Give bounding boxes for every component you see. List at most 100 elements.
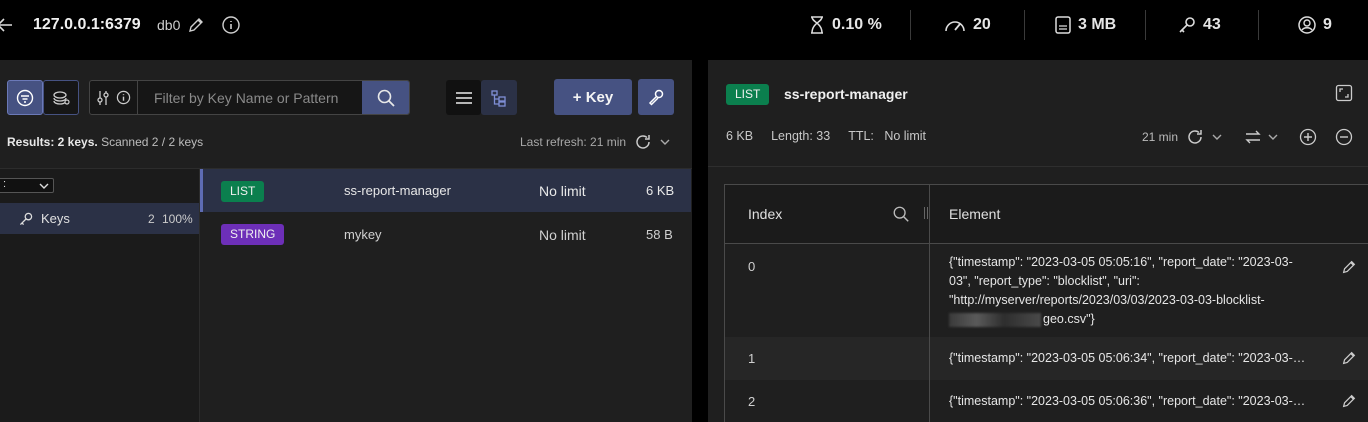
row-element: {"timestamp": "2023-03-05 05:05:16", "re… [949, 253, 1309, 329]
keys-stat: 43 [1177, 14, 1221, 36]
key-icon [1179, 17, 1195, 33]
redacted-text [949, 312, 1041, 327]
key-icon [19, 212, 33, 225]
edit-pencil-icon[interactable] [1341, 259, 1357, 275]
key-size: 6 KB [646, 183, 675, 198]
ttl-label: TTL: [848, 129, 874, 143]
delimiter-value: : [3, 178, 7, 190]
key-ttl: No limit [539, 226, 586, 243]
chevron-down-icon [39, 183, 49, 189]
tree-icon [491, 89, 506, 107]
key-details-panel: LIST ss-report-manager 6 KB Length: 33 T… [708, 60, 1368, 422]
filter-input[interactable] [138, 81, 362, 114]
search-icon [377, 89, 395, 107]
detail-refresh-text: 21 min [1142, 130, 1179, 144]
refresh-icon[interactable] [634, 133, 652, 151]
format-selector[interactable] [1244, 128, 1278, 146]
delimiter-select[interactable]: : [0, 178, 54, 193]
cpu-value: 0.10 % [832, 16, 882, 33]
tree-folder-keys[interactable]: Keys 2 100% [0, 203, 199, 234]
column-element-header: Element [949, 206, 1001, 222]
tree-folder-percent: 100% [162, 211, 193, 226]
search-icon[interactable] [892, 205, 910, 223]
add-element-icon[interactable] [1299, 128, 1317, 146]
panel-resizer[interactable] [692, 60, 708, 422]
user-icon [1298, 16, 1316, 34]
filter-mode-button[interactable] [7, 80, 43, 115]
database-index: db0 [157, 17, 181, 33]
filter-bar [89, 80, 410, 115]
divider [910, 10, 911, 40]
key-row[interactable]: LIST ss-report-manager No limit 6 KB [200, 169, 691, 212]
row-element: {"timestamp": "2023-03-05 05:06:34", "re… [949, 351, 1311, 365]
table-header: Index Element [725, 185, 1368, 244]
table-row[interactable]: 0 {"timestamp": "2023-03-05 05:05:16", "… [725, 245, 1368, 337]
key-ttl: No limit [539, 182, 586, 199]
tree-folder-label: Keys [41, 211, 70, 226]
row-element-text-end: geo.csv"} [1043, 312, 1095, 326]
add-key-button[interactable]: + Key [554, 79, 632, 115]
info-icon[interactable] [221, 15, 241, 35]
column-index-header: Index [748, 206, 783, 222]
keys-value: 43 [1203, 16, 1221, 33]
key-type-badge: LIST [221, 181, 265, 202]
memory-icon [1055, 16, 1071, 34]
list-view-button[interactable] [446, 80, 481, 115]
table-row[interactable]: 1 {"timestamp": "2023-03-05 05:06:34", "… [725, 337, 1368, 380]
search-button[interactable] [362, 81, 409, 114]
chevron-down-icon[interactable] [1212, 132, 1222, 142]
memory-stat: 3 MB [1054, 14, 1116, 36]
gauge-icon [945, 21, 965, 32]
filter-tools [90, 81, 138, 114]
divider [1145, 10, 1146, 40]
commands-stat: 20 [943, 14, 991, 36]
filter-icon [16, 89, 34, 106]
refresh-icon[interactable] [1186, 128, 1204, 146]
info-icon[interactable] [116, 90, 131, 105]
detail-ttl: TTL: No limit [848, 129, 926, 143]
row-index: 0 [748, 259, 756, 274]
detail-key-name[interactable]: ss-report-manager [784, 86, 908, 102]
fullscreen-icon[interactable] [1335, 84, 1353, 102]
edit-pencil-icon[interactable] [187, 16, 205, 34]
detail-size: 6 KB [726, 129, 754, 143]
tree-folder-count: 2 [148, 211, 155, 226]
results-summary: Results: 2 keys. Scanned 2 / 2 keys [7, 135, 203, 149]
ttl-value[interactable]: No limit [884, 129, 926, 143]
detail-meta: 6 KB Length: 33 TTL: No limit [726, 129, 926, 143]
top-bar: 127.0.0.1:6379 db0 0.10 % 20 3 MB 43 9 [0, 0, 1368, 60]
chevron-down-icon [1268, 134, 1278, 140]
divider [1024, 10, 1025, 40]
swap-arrows-icon [1245, 130, 1261, 144]
connection-host: 127.0.0.1:6379 [33, 16, 141, 33]
sliders-icon[interactable] [96, 89, 110, 107]
search-mode-button[interactable] [43, 80, 79, 115]
tree-view-button[interactable] [481, 80, 517, 115]
back-arrow-icon[interactable] [0, 15, 16, 35]
table-row[interactable]: 2 {"timestamp": "2023-03-05 05:06:36", "… [725, 380, 1368, 422]
bulk-actions-button[interactable] [638, 79, 674, 115]
last-refresh-text: Last refresh: 21 min [520, 135, 627, 149]
memory-value: 3 MB [1078, 16, 1117, 33]
detail-type-badge: LIST [726, 84, 770, 105]
wrench-icon [648, 89, 664, 106]
clients-value: 9 [1323, 16, 1332, 33]
chevron-down-icon[interactable] [660, 137, 670, 147]
last-refresh: Last refresh: 21 min [520, 133, 670, 151]
key-list: LIST ss-report-manager No limit 6 KB STR… [200, 168, 692, 422]
key-type-badge: STRING [221, 224, 285, 245]
detail-length: Length: 33 [771, 129, 831, 143]
scanned-count: Scanned 2 / 2 keys [101, 135, 204, 149]
list-elements-table: Index Element 0 {"timestamp": "2023-03-0… [724, 184, 1368, 422]
row-index: 2 [748, 394, 756, 409]
key-name: mykey [344, 227, 382, 242]
stack-icon [53, 90, 70, 105]
key-browser-panel: + Key Results: 2 keys. Scanned 2 / 2 key… [0, 60, 692, 422]
detail-refresh: 21 min [1142, 128, 1222, 146]
commands-value: 20 [973, 16, 991, 33]
column-resize-handle[interactable] [924, 207, 928, 219]
edit-pencil-icon[interactable] [1341, 393, 1357, 409]
key-row[interactable]: STRING mykey No limit 58 B [200, 213, 691, 256]
remove-element-icon[interactable] [1335, 128, 1353, 146]
edit-pencil-icon[interactable] [1341, 350, 1357, 366]
